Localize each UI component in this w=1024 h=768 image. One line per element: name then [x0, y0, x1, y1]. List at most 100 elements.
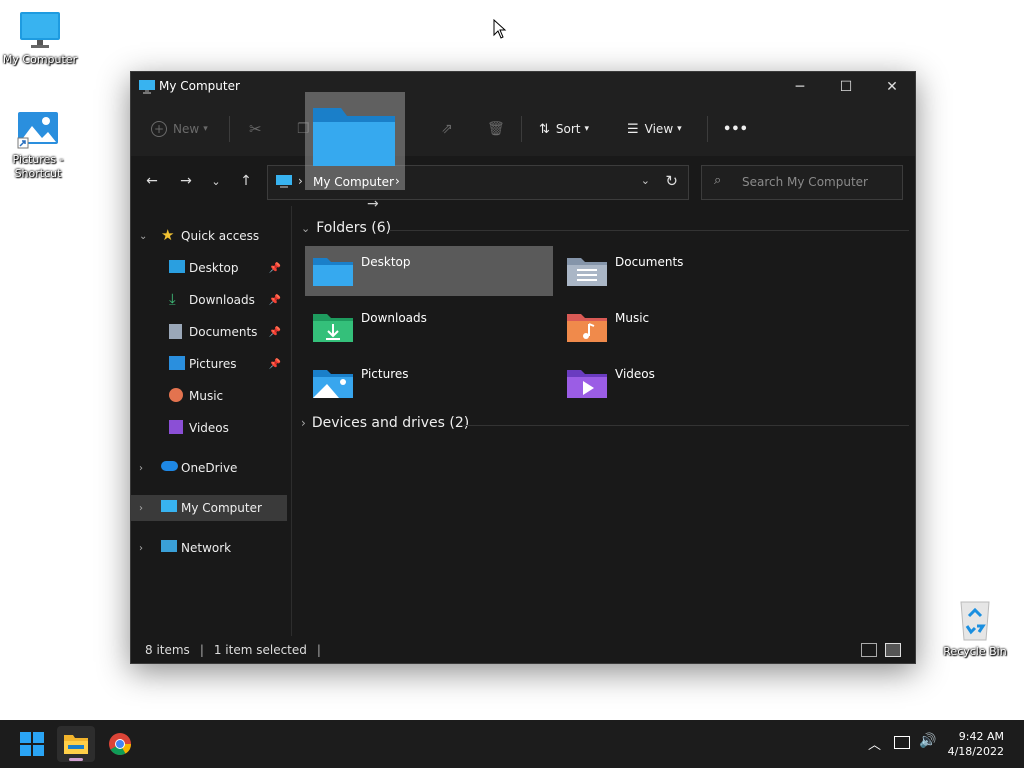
- refresh-icon[interactable]: ↻: [665, 172, 678, 190]
- sort-button[interactable]: ⇅ Sort ▾: [539, 114, 589, 144]
- desktop-icon-my-computer[interactable]: My Computer: [0, 10, 80, 67]
- address-row: ← → ⌄ ↑ › ⌄ ↻ ⌕ Search My Computer: [131, 156, 915, 206]
- recent-locations-button[interactable]: ⌄: [205, 170, 227, 192]
- view-list-icon: ☰: [627, 121, 639, 137]
- network-icon: [161, 540, 177, 552]
- trash-icon: 🗑: [487, 121, 505, 137]
- new-button[interactable]: + New ▾: [151, 114, 208, 144]
- share-button[interactable]: ⇗: [441, 114, 453, 144]
- search-input[interactable]: ⌕ Search My Computer: [701, 165, 903, 200]
- close-button[interactable]: ✕: [869, 72, 915, 102]
- file-explorer-window: My Computer ─ ☐ ✕ + New ▾ ✂ ❐ ⇗ 🗑 ⇅ Sort…: [130, 71, 916, 664]
- sidebar-item-desktop[interactable]: Desktop 📌: [131, 255, 287, 281]
- chevron-down-icon: ▾: [203, 124, 208, 134]
- toolbar-divider: [521, 116, 522, 142]
- pin-icon: 📌: [268, 326, 281, 338]
- mouse-cursor-icon: [493, 19, 507, 39]
- command-bar: + New ▾ ✂ ❐ ⇗ 🗑 ⇅ Sort ▾ ☰ View ▾ •••: [131, 102, 915, 157]
- forward-button[interactable]: →: [175, 170, 197, 192]
- sidebar-item-label: Network: [181, 541, 232, 555]
- content-pane: ⌄ Folders (6) Desktop Documents Download…: [293, 206, 915, 636]
- show-hidden-icons-icon[interactable]: ︿: [868, 734, 881, 753]
- desktop-icon-label: My Computer: [2, 53, 78, 66]
- clock-time: 9:42 AM: [958, 730, 1004, 743]
- chevron-down-icon: ⌄: [211, 174, 221, 188]
- drag-preview-label: My Computer: [313, 175, 394, 189]
- taskbar-chrome[interactable]: [101, 726, 139, 762]
- up-button[interactable]: ↑: [235, 170, 257, 192]
- sidebar-item-my-computer[interactable]: › My Computer: [131, 495, 287, 521]
- sidebar-item-quick-access[interactable]: ⌄ ★ Quick access: [131, 223, 287, 249]
- taskbar-file-explorer[interactable]: [57, 726, 95, 762]
- desktop-folder-icon: [313, 258, 353, 286]
- document-icon: [169, 324, 182, 339]
- sort-icon: ⇅: [539, 121, 550, 137]
- sidebar-item-music[interactable]: Music: [131, 383, 287, 409]
- address-dropdown-icon[interactable]: ⌄: [641, 174, 650, 187]
- desktop-icon-recycle-bin[interactable]: Recycle Bin: [935, 598, 1015, 659]
- window-title: My Computer: [159, 79, 240, 93]
- sidebar-item-label: My Computer: [181, 501, 262, 515]
- status-bar: 8 items | 1 item selected |: [131, 637, 915, 663]
- maximize-button[interactable]: ☐: [823, 72, 869, 102]
- folder-name: Documents: [615, 255, 684, 269]
- music-folder-icon: [567, 314, 607, 342]
- chevron-down-icon: ⌄: [301, 221, 311, 235]
- status-divider: |: [199, 643, 204, 657]
- tiles-view-icon[interactable]: [885, 643, 901, 657]
- sidebar-item-label: Documents: [189, 325, 258, 339]
- recycle-bin-icon: [960, 601, 990, 641]
- taskbar: ︿ 🔊 9:42 AM 4/18/2022: [0, 720, 1024, 768]
- plus-circle-icon: +: [151, 121, 167, 137]
- new-label: New: [173, 122, 200, 136]
- status-selection: 1 item selected: [213, 643, 307, 657]
- pictures-shortcut-icon: [17, 112, 58, 149]
- sidebar-item-onedrive[interactable]: › OneDrive: [131, 455, 287, 481]
- sidebar-item-network[interactable]: › Network: [131, 535, 287, 561]
- sidebar-item-label: Downloads: [189, 293, 255, 307]
- active-indicator: [69, 758, 83, 761]
- desktop-icon-label: Pictures - Shortcut: [12, 153, 64, 180]
- pin-icon: 📌: [268, 294, 281, 306]
- devices-group-header[interactable]: › Devices and drives (2): [301, 415, 469, 431]
- cloud-icon: [161, 461, 178, 471]
- volume-icon[interactable]: 🔊: [919, 733, 936, 749]
- minimize-button[interactable]: ─: [777, 72, 823, 102]
- folder-tile-pictures[interactable]: Pictures: [305, 358, 553, 408]
- sidebar-item-label: Desktop: [189, 261, 239, 275]
- desktop-icon-pictures-shortcut[interactable]: Pictures - Shortcut: [0, 110, 78, 181]
- more-options-button[interactable]: •••: [723, 114, 748, 144]
- scissors-icon: ✂: [249, 120, 262, 138]
- system-clock[interactable]: 9:42 AM 4/18/2022: [948, 729, 1004, 759]
- status-item-count: 8 items: [145, 643, 190, 657]
- back-button[interactable]: ←: [141, 170, 163, 192]
- network-status-icon[interactable]: [894, 736, 910, 749]
- downloads-folder-icon: [313, 314, 353, 342]
- details-view-icon[interactable]: [861, 643, 877, 657]
- sidebar-item-documents[interactable]: Documents 📌: [131, 319, 287, 345]
- sidebar-item-label: Videos: [189, 421, 229, 435]
- folder-tile-videos[interactable]: Videos: [559, 358, 807, 408]
- folder-tile-downloads[interactable]: Downloads: [305, 302, 553, 352]
- sidebar-item-label: OneDrive: [181, 461, 238, 475]
- folders-group-header[interactable]: ⌄ Folders (6): [301, 220, 391, 236]
- title-bar[interactable]: My Computer ─ ☐ ✕: [131, 72, 915, 102]
- sidebar-item-videos[interactable]: Videos: [131, 415, 287, 441]
- folder-tile-documents[interactable]: Documents: [559, 246, 807, 296]
- folder-tile-music[interactable]: Music: [559, 302, 807, 352]
- documents-folder-icon: [567, 258, 607, 286]
- video-icon: [169, 420, 183, 434]
- start-button[interactable]: [13, 726, 51, 762]
- status-divider: |: [316, 643, 321, 657]
- view-button[interactable]: ☰ View ▾: [627, 114, 682, 144]
- cut-button[interactable]: ✂: [249, 114, 262, 144]
- sidebar-item-downloads[interactable]: ⤓ Downloads 📌: [131, 287, 287, 313]
- sidebar-item-pictures[interactable]: Pictures 📌: [131, 351, 287, 377]
- folder-tile-desktop[interactable]: Desktop: [305, 246, 553, 296]
- chevron-down-icon: ▾: [584, 124, 590, 134]
- desktop-icon-label: Recycle Bin: [943, 645, 1007, 658]
- delete-button[interactable]: 🗑: [487, 114, 505, 144]
- clock-date: 4/18/2022: [947, 745, 1004, 758]
- desktop-icon: [169, 260, 185, 273]
- arrow-left-icon: ←: [146, 173, 158, 189]
